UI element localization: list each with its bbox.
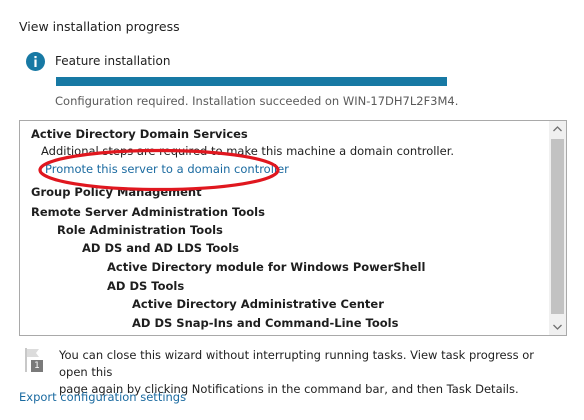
close-wizard-note-line1: You can close this wizard without interr… (59, 348, 535, 379)
scroll-down-button[interactable] (549, 319, 566, 335)
progress-bar-fill (56, 77, 447, 86)
chevron-up-icon (553, 126, 562, 132)
result-item-ad-admin-center: Active Directory Administrative Center (132, 297, 384, 311)
scrollbar-thumb[interactable] (551, 139, 564, 314)
notification-count-badge: 1 (34, 361, 40, 371)
info-icon (26, 52, 45, 71)
result-item-ad-powershell: Active Directory module for Windows Powe… (107, 260, 426, 274)
installation-status-text: Configuration required. Installation suc… (55, 94, 459, 108)
red-ellipse-annotation (38, 148, 280, 192)
result-item-role-admin-tools: Role Administration Tools (57, 223, 223, 237)
result-item-rsat: Remote Server Administration Tools (31, 205, 265, 219)
export-configuration-link[interactable]: Export configuration settings (19, 390, 186, 404)
feature-installation-title: Feature installation (55, 54, 171, 68)
page-heading: View installation progress (19, 19, 180, 34)
result-item-ad-ds-tools: AD DS Tools (107, 279, 185, 293)
notification-flag-icon: 1 (24, 347, 46, 373)
result-item-ad-ds: Active Directory Domain Services (31, 127, 248, 141)
results-scrollbar[interactable] (549, 121, 566, 335)
result-item-snap-ins: AD DS Snap-Ins and Command-Line Tools (132, 316, 399, 330)
installation-progress-bar (56, 77, 447, 86)
result-item-adds-adlds-tools: AD DS and AD LDS Tools (82, 241, 239, 255)
scroll-up-button[interactable] (549, 121, 566, 137)
chevron-down-icon (553, 324, 562, 330)
